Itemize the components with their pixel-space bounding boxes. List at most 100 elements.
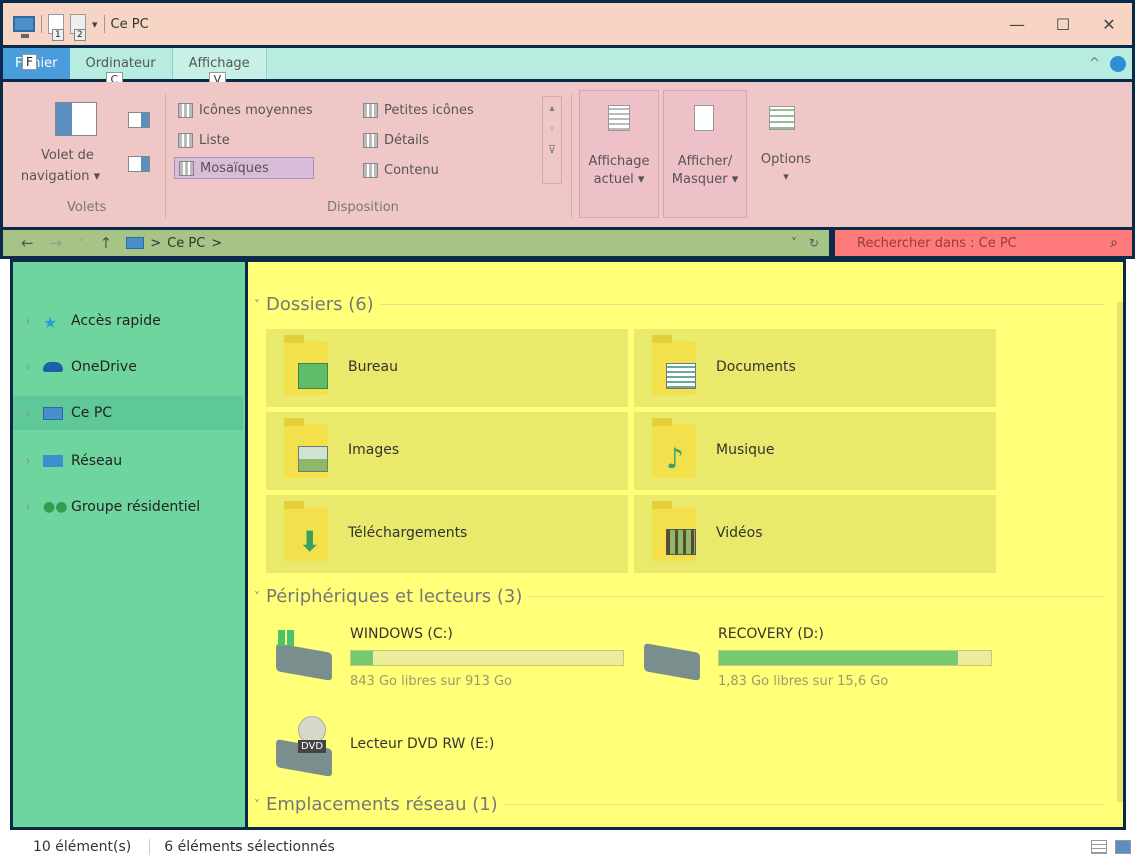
- recent-locations-button[interactable]: ˅: [78, 237, 84, 250]
- nav-item-quick-access[interactable]: › ★ Accès rapide: [13, 304, 243, 338]
- drive-usage-bar: [350, 650, 624, 666]
- layout-item-label: Mosaïques: [200, 160, 269, 176]
- collapse-chevron-icon[interactable]: ˅: [254, 298, 260, 312]
- folder-tile-desktop[interactable]: Bureau: [266, 329, 628, 407]
- folders-section-header[interactable]: ˅ Dossiers (6): [254, 294, 1104, 315]
- layout-details[interactable]: Détails: [363, 129, 429, 151]
- drive-usage-fill: [351, 651, 373, 665]
- scroll-up-icon[interactable]: ▴: [543, 103, 561, 114]
- list-icon: [178, 132, 193, 148]
- folder-tile-documents[interactable]: Documents: [634, 329, 996, 407]
- hard-drive-icon: [276, 643, 332, 681]
- expand-chevron-icon[interactable]: ›: [13, 360, 43, 374]
- navigation-pane: › ★ Accès rapide › OneDrive › Ce PC › Ré…: [10, 259, 248, 830]
- content-scrollbar[interactable]: [1117, 302, 1123, 802]
- options-dropdown-icon: ▾: [783, 170, 789, 183]
- drive-tile-c[interactable]: WINDOWS (C:) 843 Go libres sur 913 Go: [276, 626, 636, 696]
- folder-name: Musique: [716, 442, 775, 458]
- show-hide-label-2: Masquer ▾: [671, 172, 739, 187]
- drive-name: WINDOWS (C:): [350, 626, 453, 642]
- layout-small-icons[interactable]: Petites icônes: [363, 99, 474, 121]
- layout-list[interactable]: Liste: [178, 129, 230, 151]
- collapse-ribbon-icon[interactable]: ^: [1089, 56, 1100, 71]
- navigation-buttons: ← → ˅ ↑: [3, 234, 112, 252]
- expand-chevron-icon[interactable]: ›: [13, 454, 43, 468]
- show-hide-icon: [694, 105, 714, 131]
- layout-medium-icons[interactable]: Icônes moyennes: [178, 99, 313, 121]
- scroll-down-icon[interactable]: ▾: [543, 124, 561, 135]
- tab-file[interactable]: Fichier F: [3, 48, 70, 79]
- expand-chevron-icon[interactable]: ›: [13, 406, 43, 420]
- expand-chevron-icon[interactable]: ›: [13, 314, 43, 328]
- layout-item-label: Icônes moyennes: [199, 102, 313, 118]
- toolbar-separator: [41, 15, 42, 33]
- expand-gallery-icon[interactable]: ⊽: [543, 143, 561, 156]
- selection-count: 6 éléments sélectionnés: [149, 838, 335, 855]
- drive-tile-dvd[interactable]: DVD Lecteur DVD RW (E:): [276, 716, 636, 778]
- folder-name: Bureau: [348, 359, 398, 375]
- layout-gallery-scrollbar[interactable]: ▴ ▾ ⊽: [542, 96, 562, 184]
- refresh-icon[interactable]: ↻: [809, 236, 819, 250]
- drive-free-space: 1,83 Go libres sur 15,6 Go: [718, 674, 889, 689]
- layout-item-label: Petites icônes: [384, 102, 474, 118]
- customize-toolbar-icon[interactable]: ▾: [92, 18, 98, 31]
- breadcrumb-item[interactable]: Ce PC: [167, 236, 205, 251]
- details-pane-icon[interactable]: [128, 156, 150, 172]
- details-icon: [363, 132, 378, 148]
- breadcrumb[interactable]: > Ce PC >: [126, 236, 222, 251]
- nav-pane-label-2[interactable]: navigation ▾: [3, 169, 118, 184]
- devices-section-header[interactable]: ˅ Périphériques et lecteurs (3): [254, 586, 1104, 607]
- search-icon[interactable]: ⌕: [1110, 235, 1118, 251]
- nav-item-onedrive[interactable]: › OneDrive: [13, 350, 243, 384]
- address-dropdown-icon[interactable]: ˅: [791, 236, 797, 250]
- breadcrumb-separator[interactable]: >: [150, 236, 161, 251]
- search-input[interactable]: Rechercher dans : Ce PC ⌕: [832, 230, 1135, 259]
- help-icon[interactable]: [1110, 55, 1126, 72]
- show-hide-button[interactable]: Afficher/ Masquer ▾: [663, 90, 747, 218]
- folder-name: Téléchargements: [348, 525, 468, 541]
- layout-item-label: Détails: [384, 132, 430, 148]
- small-icons-icon: [363, 102, 378, 118]
- collapse-chevron-icon[interactable]: ˅: [254, 590, 260, 604]
- network-locations-section-header[interactable]: ˅ Emplacements réseau (1): [254, 794, 1104, 815]
- large-icons-view-icon[interactable]: [1115, 839, 1131, 854]
- back-button[interactable]: ←: [21, 234, 34, 252]
- forward-button[interactable]: →: [50, 234, 63, 252]
- folder-tile-videos[interactable]: Vidéos: [634, 495, 996, 573]
- options-button[interactable]: Options ▾: [751, 90, 821, 218]
- drive-tile-d[interactable]: RECOVERY (D:) 1,83 Go libres sur 15,6 Go: [644, 626, 1004, 696]
- details-view-icon[interactable]: [1091, 839, 1107, 854]
- maximize-button[interactable]: ☐: [1040, 3, 1086, 45]
- breadcrumb-separator[interactable]: >: [211, 236, 222, 251]
- section-divider: [379, 304, 1104, 305]
- preview-pane-icon[interactable]: [128, 112, 150, 128]
- folder-name: Images: [348, 442, 400, 458]
- current-view-button[interactable]: Affichage actuel ▾: [579, 90, 659, 218]
- nav-item-homegroup[interactable]: › ●● Groupe résidentiel: [13, 490, 243, 524]
- navigation-pane-icon[interactable]: [55, 102, 97, 136]
- tab-computer[interactable]: Ordinateur C: [70, 48, 172, 87]
- folder-tile-music[interactable]: ♪ Musique: [634, 412, 996, 490]
- pictures-icon: [298, 446, 328, 472]
- star-icon: ★: [43, 313, 58, 332]
- layout-tiles[interactable]: Mosaïques: [174, 157, 314, 179]
- item-count: 10 élément(s): [33, 838, 132, 855]
- new-folder-icon[interactable]: 2: [70, 14, 86, 41]
- minimize-button[interactable]: —: [994, 3, 1040, 45]
- folder-tile-downloads[interactable]: ⬇ Téléchargements: [266, 495, 628, 573]
- properties-icon[interactable]: 1: [48, 14, 64, 41]
- toolbar-separator: [103, 15, 105, 33]
- folder-tile-pictures[interactable]: Images: [266, 412, 628, 490]
- nav-item-this-pc[interactable]: › Ce PC: [13, 396, 243, 430]
- nav-item-network[interactable]: › Réseau: [13, 444, 243, 478]
- up-button[interactable]: ↑: [100, 234, 113, 252]
- tab-view[interactable]: Affichage V: [171, 48, 267, 87]
- window-controls: — ☐ ✕: [994, 3, 1132, 45]
- layout-content[interactable]: Contenu: [363, 159, 439, 181]
- panes-group-label: Volets: [67, 200, 107, 215]
- collapse-chevron-icon[interactable]: ˅: [254, 798, 260, 812]
- close-button[interactable]: ✕: [1086, 3, 1132, 45]
- film-strip-icon: [666, 529, 696, 555]
- cloud-icon: [43, 362, 63, 372]
- expand-chevron-icon[interactable]: ›: [13, 500, 43, 514]
